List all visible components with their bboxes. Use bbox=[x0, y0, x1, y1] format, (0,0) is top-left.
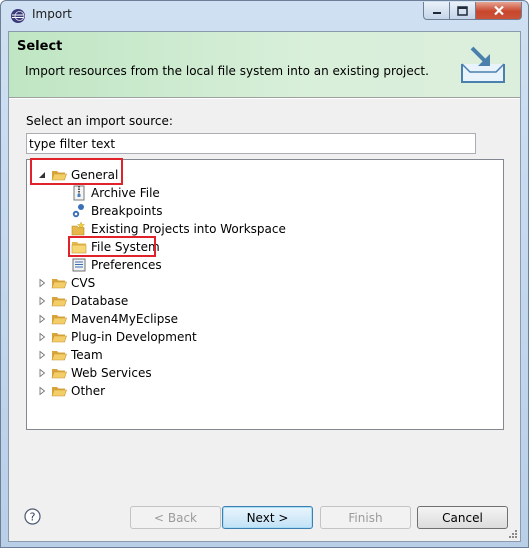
resize-grip-icon[interactable] bbox=[508, 529, 518, 539]
expand-arrow-icon[interactable] bbox=[37, 386, 47, 396]
tree-item-label: Breakpoints bbox=[91, 204, 163, 218]
help-icon[interactable]: ? bbox=[24, 508, 41, 525]
open-folder-icon bbox=[51, 387, 67, 397]
tree-item-database[interactable]: Database bbox=[37, 292, 128, 310]
tree-item-label: Web Services bbox=[71, 366, 152, 380]
header-separator bbox=[9, 97, 520, 99]
close-button[interactable] bbox=[476, 2, 522, 20]
preferences-icon bbox=[72, 258, 86, 272]
open-folder-icon bbox=[51, 369, 67, 379]
tree-item-label: Database bbox=[71, 294, 129, 308]
page-description: Import resources from the local file sys… bbox=[25, 64, 429, 78]
back-button[interactable]: < Back bbox=[130, 506, 221, 529]
close-icon bbox=[493, 5, 504, 16]
collapse-arrow-icon[interactable] bbox=[37, 170, 47, 180]
breakpoints-icon bbox=[72, 204, 84, 218]
dialog-body: Select Import resources from the local f… bbox=[8, 31, 521, 542]
expand-arrow-icon[interactable] bbox=[37, 296, 47, 306]
window-title: Import bbox=[32, 7, 72, 21]
tree-item-general[interactable]: General bbox=[37, 166, 118, 184]
open-folder-icon bbox=[51, 279, 67, 289]
open-folder-icon bbox=[51, 315, 67, 325]
open-folder-icon bbox=[51, 297, 67, 307]
expand-arrow-icon[interactable] bbox=[37, 314, 47, 324]
import-source-label: Select an import source: bbox=[26, 114, 173, 128]
tree-item-label: Preferences bbox=[91, 258, 162, 272]
page-title: Select bbox=[17, 39, 63, 54]
archive-file-icon bbox=[73, 185, 85, 201]
tree-item-label: File System bbox=[91, 240, 160, 254]
tree-item-maven4myeclipse[interactable]: Maven4MyEclipse bbox=[37, 310, 178, 328]
tree-item-label: Other bbox=[71, 384, 106, 398]
tree-item-label: Team bbox=[71, 348, 103, 362]
minimize-icon bbox=[432, 11, 441, 14]
import-source-tree[interactable]: General Archive File Breakpoints Existin… bbox=[26, 158, 504, 430]
tree-item-cvs[interactable]: CVS bbox=[37, 274, 95, 292]
tree-item-label: Plug-in Development bbox=[71, 330, 197, 344]
tree-item-other[interactable]: Other bbox=[37, 382, 105, 400]
finish-button[interactable]: Finish bbox=[320, 506, 411, 529]
expand-arrow-icon[interactable] bbox=[37, 278, 47, 288]
tree-item-team[interactable]: Team bbox=[37, 346, 103, 364]
tree-item-plugin-development[interactable]: Plug-in Development bbox=[37, 328, 197, 346]
cancel-button[interactable]: Cancel bbox=[417, 506, 508, 529]
svg-text:?: ? bbox=[30, 511, 36, 524]
tree-item-preferences[interactable]: Preferences bbox=[71, 256, 162, 274]
wizard-header: Select Import resources from the local f… bbox=[9, 32, 520, 97]
expand-arrow-icon[interactable] bbox=[37, 350, 47, 360]
tree-item-breakpoints[interactable]: Breakpoints bbox=[71, 202, 162, 220]
next-button[interactable]: Next > bbox=[222, 506, 313, 529]
expand-arrow-icon[interactable] bbox=[37, 332, 47, 342]
tree-item-web-services[interactable]: Web Services bbox=[37, 364, 152, 382]
tree-item-label: Maven4MyEclipse bbox=[71, 312, 178, 326]
tree-item-label: General bbox=[71, 168, 119, 182]
minimize-button[interactable] bbox=[423, 2, 450, 20]
title-bar[interactable]: Import bbox=[1, 1, 528, 29]
tree-item-archive-file[interactable]: Archive File bbox=[71, 184, 160, 202]
open-folder-icon bbox=[51, 351, 67, 361]
import-wizard-icon bbox=[461, 46, 505, 83]
tree-item-label: Existing Projects into Workspace bbox=[91, 222, 286, 236]
eclipse-icon bbox=[11, 9, 25, 23]
open-folder-icon bbox=[51, 333, 67, 343]
tree-item-file-system[interactable]: File System bbox=[71, 238, 160, 256]
open-folder-icon bbox=[51, 171, 67, 181]
tree-item-label: CVS bbox=[71, 276, 96, 290]
maximize-icon bbox=[457, 5, 468, 16]
filter-input[interactable] bbox=[26, 133, 476, 154]
tree-item-label: Archive File bbox=[91, 186, 160, 200]
folder-icon bbox=[71, 242, 87, 254]
window-controls bbox=[423, 2, 522, 20]
tree-item-existing-projects[interactable]: Existing Projects into Workspace bbox=[71, 220, 286, 238]
maximize-button[interactable] bbox=[450, 2, 476, 20]
import-dialog: Import Select Import resources from the … bbox=[0, 0, 529, 548]
existing-projects-icon bbox=[71, 221, 86, 236]
expand-arrow-icon[interactable] bbox=[37, 368, 47, 378]
